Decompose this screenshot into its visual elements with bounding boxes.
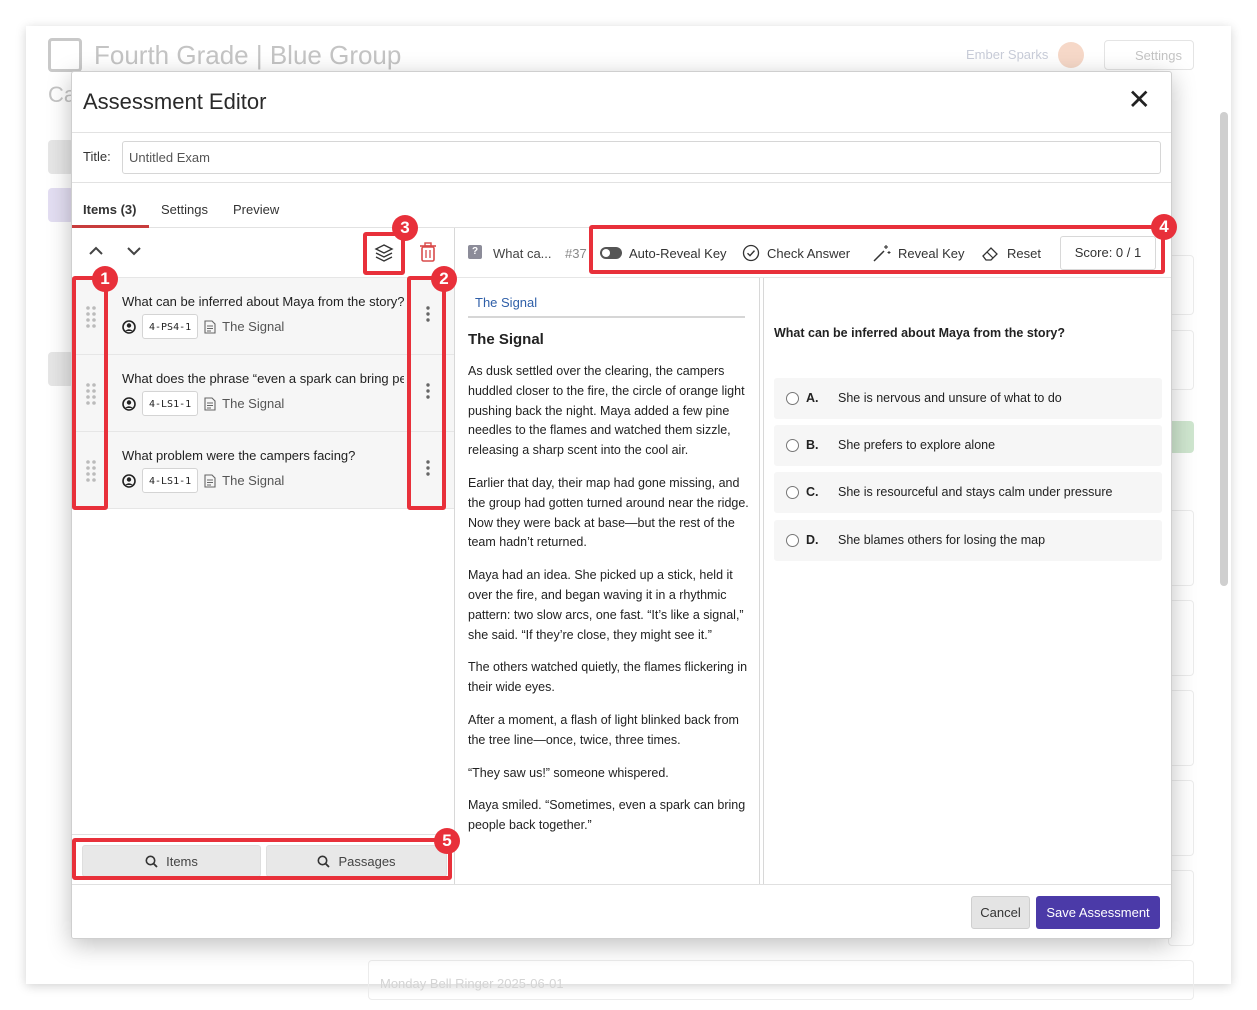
- radio-button[interactable]: [786, 392, 799, 405]
- list-item[interactable]: What can be inferred about Maya from the…: [72, 278, 454, 355]
- passage-paragraph: Maya had an idea. She picked up a stick,…: [468, 568, 744, 642]
- callout-number: 2: [431, 266, 457, 292]
- callout-number: 5: [434, 828, 460, 854]
- answer-choice-c[interactable]: C. She is resourceful and stays calm und…: [774, 472, 1162, 513]
- passage-paragraph: As dusk settled over the clearing, the c…: [468, 364, 745, 458]
- avatar: [1058, 42, 1084, 68]
- radio-button[interactable]: [786, 534, 799, 547]
- question-stem: What can be inferred about Maya from the…: [774, 326, 1066, 340]
- passage-paragraph: “They saw us!” someone whispered.: [468, 765, 669, 780]
- user-circle-icon: [122, 396, 136, 411]
- choice-letter: C.: [806, 485, 819, 499]
- modal-footer: Cancel Save Assessment: [72, 884, 1171, 938]
- passage-title: The Signal: [468, 331, 544, 348]
- trash-icon[interactable]: [419, 242, 437, 262]
- document-icon: [204, 319, 216, 334]
- question-type-icon: ?: [468, 245, 482, 259]
- standard-badge: 4-LS1-1: [142, 391, 199, 416]
- item-meta: 4-LS1-1 The Signal: [122, 468, 284, 493]
- radio-button[interactable]: [786, 486, 799, 499]
- editor-tabs: Items (3) Settings Preview: [72, 183, 1171, 228]
- standard-badge: 4-LS1-1: [142, 468, 199, 493]
- item-meta: 4-PS4-1 The Signal: [122, 314, 284, 339]
- callout-box-toolbar: [589, 225, 1165, 274]
- answer-choice-b[interactable]: B. She prefers to explore alone: [774, 425, 1162, 466]
- item-question: What does the phrase “even a spark can b…: [122, 371, 404, 386]
- callout-box-search: [72, 838, 452, 880]
- tab-settings[interactable]: Settings: [161, 202, 208, 217]
- chevron-up-icon[interactable]: [88, 245, 104, 257]
- item-meta: 4-LS1-1 The Signal: [122, 391, 284, 416]
- list-item[interactable]: What problem were the campers facing? 4-…: [72, 432, 454, 509]
- choice-letter: B.: [806, 438, 819, 452]
- passage-paragraph: After a moment, a flash of light blinked…: [468, 712, 739, 747]
- item-passage: The Signal: [222, 396, 285, 411]
- callout-box-drag-handles: [72, 276, 108, 510]
- document-icon: [204, 473, 216, 488]
- callout-number: 3: [392, 215, 418, 241]
- item-number: #37: [565, 246, 587, 261]
- choice-text: She is resourceful and stays calm under …: [838, 485, 1113, 499]
- choice-text: She is nervous and unsure of what to do: [838, 391, 1062, 405]
- item-question: What problem were the campers facing?: [122, 448, 356, 463]
- answer-choice-a[interactable]: A. She is nervous and unsure of what to …: [774, 378, 1162, 419]
- assessment-editor-modal: Assessment Editor ✕ Title: Items (3) Set…: [71, 71, 1172, 939]
- item-question: What can be inferred about Maya from the…: [122, 294, 404, 309]
- standard-badge: 4-PS4-1: [142, 314, 199, 339]
- title-row: Title:: [72, 133, 1171, 183]
- page-scrollbar[interactable]: [1220, 112, 1228, 586]
- modal-header: Assessment Editor ✕: [72, 72, 1171, 133]
- items-pane: What can be inferred about Maya from the…: [72, 228, 455, 884]
- title-input[interactable]: [122, 141, 1161, 174]
- items-list: What can be inferred about Maya from the…: [72, 278, 454, 509]
- close-icon[interactable]: ✕: [1128, 86, 1151, 114]
- title-label: Title:: [83, 149, 111, 164]
- choice-text: She blames others for losing the map: [838, 533, 1046, 547]
- app-header: Fourth Grade | Blue Group: [48, 38, 401, 72]
- passage-paragraph: Earlier that day, their map had gone mis…: [468, 475, 749, 550]
- document-icon: [204, 396, 216, 411]
- chevron-down-icon[interactable]: [126, 245, 142, 257]
- user-circle-icon: [122, 319, 136, 334]
- passage-body: As dusk settled over the clearing, the c…: [468, 362, 750, 849]
- choice-letter: D.: [806, 533, 819, 547]
- passage-paragraph: Maya smiled. “Sometimes, even a spark ca…: [468, 798, 746, 833]
- app-title: Fourth Grade | Blue Group: [94, 39, 402, 70]
- passage-tab-label: The Signal: [475, 295, 538, 310]
- tab-preview[interactable]: Preview: [233, 202, 279, 217]
- cancel-button[interactable]: Cancel: [971, 896, 1030, 929]
- user-circle-icon: [122, 473, 136, 488]
- tab-items[interactable]: Items (3): [83, 202, 136, 217]
- radio-button[interactable]: [786, 439, 799, 452]
- bg-card-title: Monday Bell Ringer 2025-06-01: [380, 976, 564, 991]
- passage-pane: The Signal The Signal As dusk settled ov…: [455, 278, 760, 884]
- user-name: Ember Sparks: [966, 47, 1049, 62]
- answer-choice-d[interactable]: D. She blames others for losing the map: [774, 520, 1162, 561]
- save-assessment-button[interactable]: Save Assessment: [1036, 896, 1160, 929]
- passage-paragraph: The others watched quietly, the flames f…: [468, 660, 748, 695]
- modal-title: Assessment Editor: [83, 89, 267, 114]
- item-passage: The Signal: [222, 473, 285, 488]
- callout-number: 4: [1151, 214, 1177, 240]
- choice-letter: A.: [806, 391, 819, 405]
- list-item[interactable]: What does the phrase “even a spark can b…: [72, 355, 454, 432]
- callout-number: 1: [92, 266, 118, 292]
- app-logo-icon: [48, 38, 82, 72]
- choice-text: She prefers to explore alone: [838, 438, 996, 452]
- item-passage: The Signal: [222, 319, 285, 334]
- callout-box-item-menus: [407, 276, 446, 510]
- passage-tab[interactable]: The Signal: [468, 288, 745, 318]
- item-short-title: What ca...: [493, 246, 552, 261]
- question-pane: What can be inferred about Maya from the…: [763, 278, 1171, 884]
- app-settings-button: Settings: [1104, 40, 1194, 70]
